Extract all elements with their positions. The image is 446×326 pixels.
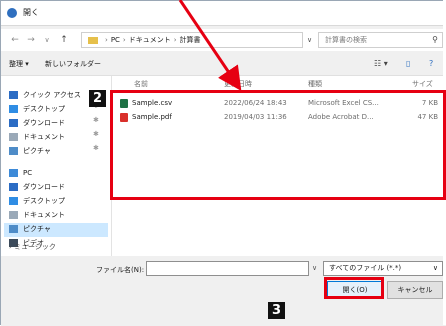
arrow-line xyxy=(178,0,242,91)
pointer-arrow xyxy=(178,0,242,91)
